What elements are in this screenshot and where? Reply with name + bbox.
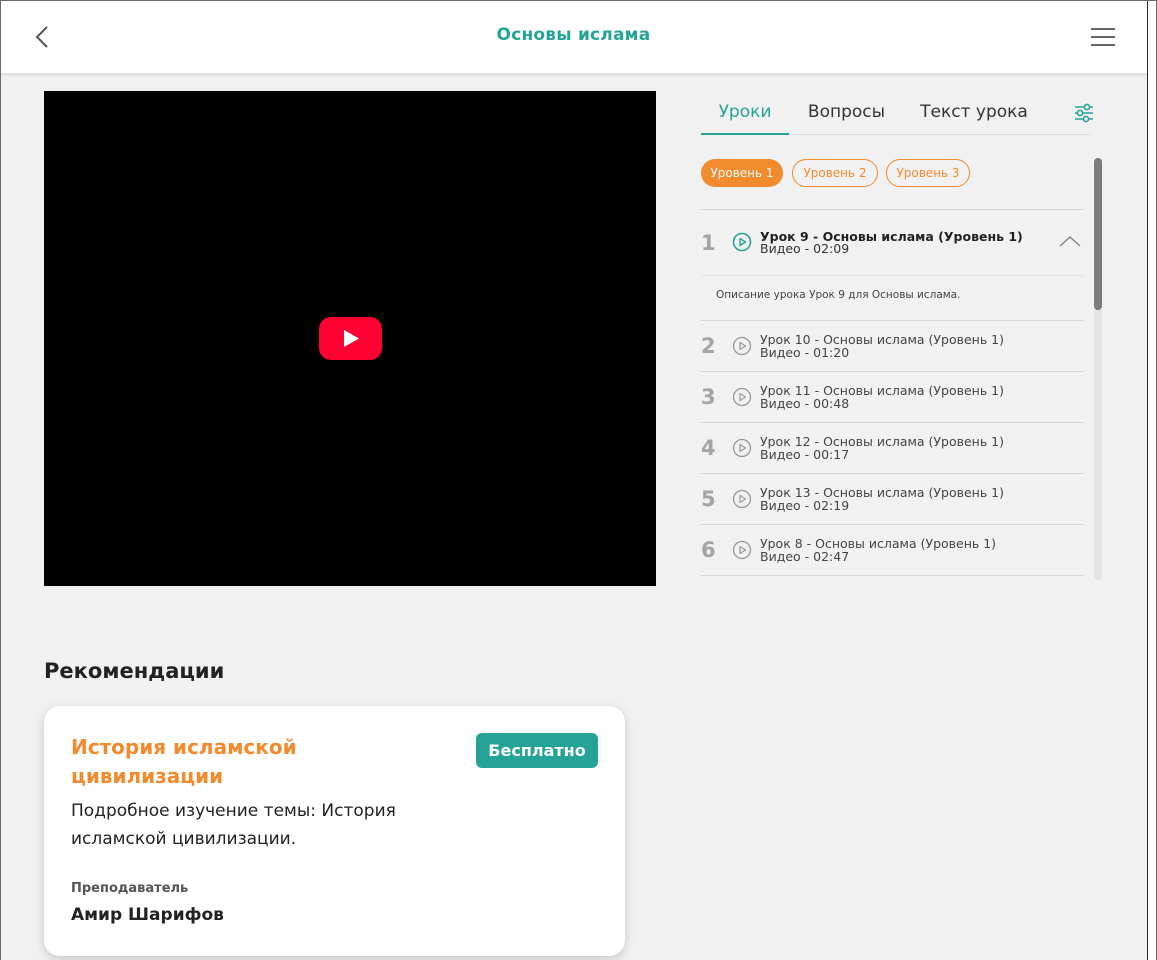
play-circle-icon: [732, 489, 752, 509]
list-divider: [701, 575, 1084, 576]
teacher-label: Преподаватель: [71, 881, 189, 896]
lesson-item-5[interactable]: 5 Урок 13 - Основы ислама (Уровень 1) Ви…: [701, 474, 1084, 524]
hamburger-menu-icon: [1091, 28, 1115, 46]
tab-lessons[interactable]: Уроки: [701, 96, 789, 135]
tab-questions[interactable]: Вопросы: [799, 96, 894, 135]
lesson-duration: Видео - 02:09: [760, 241, 850, 256]
level-chip-2[interactable]: Уровень 2: [792, 159, 878, 187]
lesson-item-3[interactable]: 3 Урок 11 - Основы ислама (Уровень 1) Ви…: [701, 372, 1084, 422]
play-circle-icon: [732, 336, 752, 356]
lesson-item-6[interactable]: 6 Урок 8 - Основы ислама (Уровень 1) Вид…: [701, 525, 1084, 575]
page-title: Основы ислама: [496, 25, 651, 45]
chevron-up-icon[interactable]: [1059, 234, 1081, 248]
youtube-play-icon: [319, 317, 382, 360]
video-player[interactable]: [44, 91, 656, 586]
tab-lesson-text[interactable]: Текст урока: [914, 96, 1034, 135]
lesson-number: 5: [701, 487, 716, 511]
level-chip-3[interactable]: Уровень 3: [886, 159, 970, 187]
scrollbar-thumb[interactable]: [1094, 158, 1102, 310]
lesson-number: 6: [701, 538, 716, 562]
course-title[interactable]: История исламской цивилизации: [71, 733, 401, 791]
lesson-duration: Видео - 00:17: [760, 447, 850, 462]
lesson-duration: Видео - 02:19: [760, 498, 850, 513]
play-circle-icon: [732, 540, 752, 560]
sliders-filter-icon: [1075, 103, 1093, 123]
video-play-button[interactable]: [319, 317, 382, 360]
lesson-list-scrollbar[interactable]: [1094, 158, 1102, 580]
active-tab-indicator: [701, 133, 789, 135]
lesson-duration: Видео - 02:47: [760, 549, 850, 564]
lesson-duration: Видео - 00:48: [760, 396, 850, 411]
free-badge: Бесплатно: [476, 733, 598, 768]
play-circle-icon: [732, 387, 752, 407]
lesson-list: 1 Урок 9 - Основы ислама (Уровень 1) Вид…: [701, 209, 1084, 576]
lesson-number: 1: [701, 231, 716, 255]
window-edge: [1147, 0, 1157, 960]
level-chip-1[interactable]: Уровень 1: [701, 159, 783, 187]
lesson-description: Описание урока Урок 9 для Основы ислама.: [716, 289, 961, 301]
lesson-item-1[interactable]: 1 Урок 9 - Основы ислама (Уровень 1) Вид…: [701, 210, 1084, 275]
recommendation-card[interactable]: История исламской цивилизации Бесплатно …: [44, 706, 625, 956]
lesson-item-4[interactable]: 4 Урок 12 - Основы ислама (Уровень 1) Ви…: [701, 423, 1084, 473]
lesson-number: 2: [701, 334, 716, 358]
lesson-item-2[interactable]: 2 Урок 10 - Основы ислама (Уровень 1) Ви…: [701, 321, 1084, 371]
lesson-tabs: Уроки Вопросы Текст урока: [701, 96, 1101, 136]
teacher-name: Амир Шарифов: [71, 905, 224, 925]
play-circle-icon: [732, 438, 752, 458]
lesson-duration: Видео - 01:20: [760, 345, 850, 360]
lesson-number: 3: [701, 385, 716, 409]
menu-button[interactable]: [1090, 27, 1116, 47]
top-bar: Основы ислама: [0, 0, 1147, 73]
course-description: Подробное изучение темы: История исламск…: [71, 801, 396, 849]
filter-button[interactable]: [1073, 102, 1095, 124]
play-circle-icon: [732, 232, 752, 252]
recommendations-heading: Рекомендации: [44, 659, 225, 683]
lesson-number: 4: [701, 436, 716, 460]
